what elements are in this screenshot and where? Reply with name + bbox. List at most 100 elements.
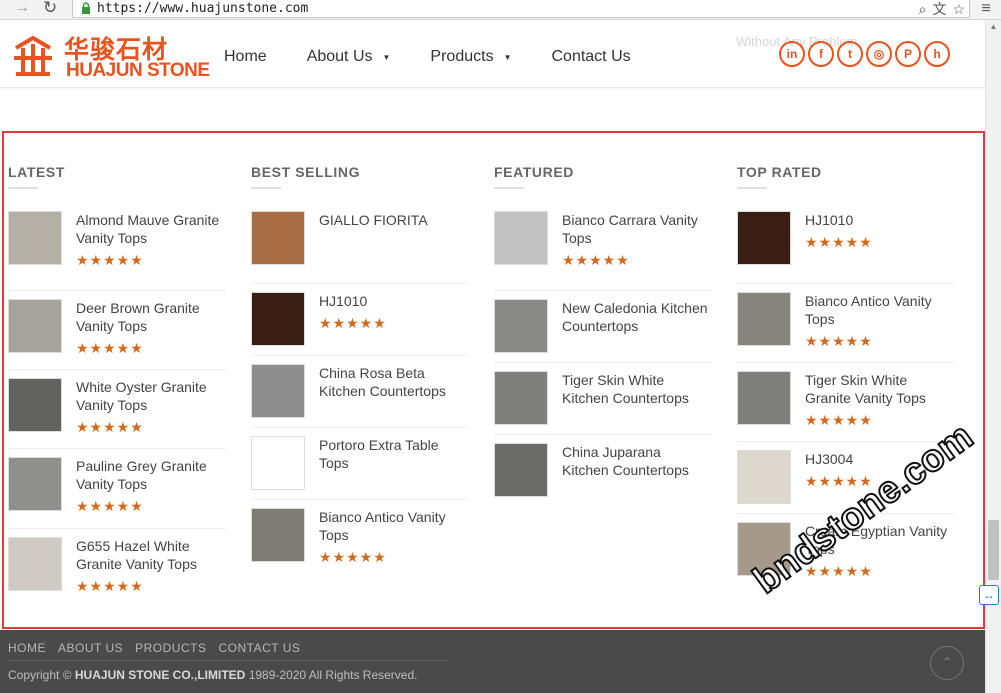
nav-contact-us[interactable]: Contact Us xyxy=(551,48,630,66)
forward-icon[interactable]: → xyxy=(14,0,32,18)
product-title-link[interactable]: HJ1010 xyxy=(805,211,953,229)
product-item[interactable]: GIALLO FIORITA xyxy=(251,211,469,284)
url-text: https://www.huajunstone.com xyxy=(97,1,309,16)
footer-link-products[interactable]: PRODUCTS xyxy=(135,641,206,655)
product-item[interactable]: China Rosa Beta Kitchen Countertops xyxy=(251,356,469,428)
footer-link-home[interactable]: HOME xyxy=(8,641,46,655)
footer-link-contact-us[interactable]: CONTACT US xyxy=(218,641,300,655)
product-thumbnail[interactable] xyxy=(251,364,305,418)
rating-stars: ★★★★★ xyxy=(805,473,873,489)
footer-link-about-us[interactable]: ABOUT US xyxy=(58,641,123,655)
scroll-thumb[interactable] xyxy=(988,520,999,580)
logo[interactable]: 华骏石材 HUAJUN STONE xyxy=(10,30,210,82)
product-title-link[interactable]: Tiger Skin White Kitchen Countertops xyxy=(562,371,710,407)
product-title-link[interactable]: New Caledonia Kitchen Countertops xyxy=(562,299,710,335)
product-title-link[interactable]: HJ1010 xyxy=(319,292,467,310)
nav-products[interactable]: Products ▼ xyxy=(430,48,511,66)
company-name: HUAJUN STONE CO.,LIMITED xyxy=(74,668,246,682)
product-title-link[interactable]: Tiger Skin White Granite Vanity Tops xyxy=(805,371,953,407)
product-thumbnail[interactable] xyxy=(494,211,548,265)
translate-icon[interactable]: 文 xyxy=(932,0,946,19)
product-title-link[interactable]: G655 Hazel White Granite Vanity Tops xyxy=(76,537,224,573)
rating-stars: ★★★★★ xyxy=(805,234,873,250)
logo-mark-icon xyxy=(14,35,52,76)
rating-stars: ★★★★★ xyxy=(805,333,873,349)
product-thumbnail[interactable] xyxy=(251,211,305,265)
product-thumbnail[interactable] xyxy=(251,508,305,562)
product-title-link[interactable]: Portoro Extra Table Tops xyxy=(319,436,467,472)
product-title-link[interactable]: Cream Egyptian Vanity Tops xyxy=(805,522,953,558)
product-item[interactable]: Bianco Carrara Vanity Tops ★★★★★ xyxy=(494,211,712,291)
product-thumbnail[interactable] xyxy=(737,522,791,576)
product-item[interactable]: G655 Hazel White Granite Vanity Tops ★★★★… xyxy=(8,529,226,609)
product-thumbnail[interactable] xyxy=(8,299,62,353)
facebook-icon[interactable]: f xyxy=(808,41,834,67)
instagram-icon[interactable]: ◎ xyxy=(866,41,892,67)
product-title-link[interactable]: Bianco Antico Vanity Tops xyxy=(319,508,467,544)
product-thumbnail[interactable] xyxy=(251,436,305,490)
title-underline xyxy=(8,187,38,189)
product-title-link[interactable]: Bianco Carrara Vanity Tops xyxy=(562,211,710,247)
pinterest-icon[interactable]: P xyxy=(895,41,921,67)
copyright-prefix: Copyright © xyxy=(8,668,72,682)
product-thumbnail[interactable] xyxy=(737,450,791,504)
product-item[interactable]: White Oyster Granite Vanity Tops ★★★★★ xyxy=(8,370,226,449)
social-links: in f t ◎ Ph xyxy=(779,41,950,67)
rating-stars: ★★★★★ xyxy=(805,563,873,579)
product-item[interactable]: HJ3004 ★★★★★ xyxy=(737,442,955,514)
product-item[interactable]: HJ1010 ★★★★★ xyxy=(737,211,955,284)
product-thumbnail[interactable] xyxy=(494,299,548,353)
product-item[interactable]: Bianco Antico Vanity Tops ★★★★★ xyxy=(251,500,469,572)
product-item[interactable]: Tiger Skin White Granite Vanity Tops ★★★★… xyxy=(737,363,955,442)
product-item[interactable]: Pauline Grey Granite Vanity Tops ★★★★★ xyxy=(8,449,226,529)
product-item[interactable]: Deer Brown Granite Vanity Tops ★★★★★ xyxy=(8,291,226,370)
bookmark-star-icon[interactable]: ☆ xyxy=(952,1,965,18)
reload-icon[interactable]: ↻ xyxy=(43,0,61,18)
nav-home[interactable]: Home xyxy=(224,48,267,66)
linkedin-icon[interactable]: in xyxy=(779,41,805,67)
product-thumbnail[interactable] xyxy=(494,443,548,497)
site-header: 华骏石材 HUAJUN STONE Home About Us ▼ Product… xyxy=(0,20,985,88)
product-item[interactable]: China Juparana Kitchen Countertops xyxy=(494,435,712,507)
product-thumbnail[interactable] xyxy=(8,537,62,591)
product-title-link[interactable]: China Juparana Kitchen Countertops xyxy=(562,443,710,479)
product-title-link[interactable]: China Rosa Beta Kitchen Countertops xyxy=(319,364,467,400)
product-title-link[interactable]: Bianco Antico Vanity Tops xyxy=(805,292,953,328)
product-item[interactable]: Cream Egyptian Vanity Tops ★★★★★ xyxy=(737,514,955,586)
product-item[interactable]: Tiger Skin White Kitchen Countertops xyxy=(494,363,712,435)
caret-down-icon: ▼ xyxy=(382,52,391,62)
twitter-icon[interactable]: t xyxy=(837,41,863,67)
product-item[interactable]: New Caledonia Kitchen Countertops xyxy=(494,291,712,363)
product-item[interactable]: HJ1010 ★★★★★ xyxy=(251,284,469,356)
rating-stars: ★★★★★ xyxy=(562,252,630,268)
product-title-link[interactable]: HJ3004 xyxy=(805,450,953,468)
product-thumbnail[interactable] xyxy=(737,292,791,346)
product-title-link[interactable]: GIALLO FIORITA xyxy=(319,211,467,229)
address-bar[interactable]: https://www.huajunstone.com ⌕ 文 ☆ xyxy=(72,0,970,18)
product-item[interactable]: Bianco Antico Vanity Tops ★★★★★ xyxy=(737,284,955,363)
product-thumbnail[interactable] xyxy=(737,211,791,265)
product-thumbnail[interactable] xyxy=(8,211,62,265)
column-title: TOP RATED xyxy=(737,164,822,180)
caret-down-icon: ▼ xyxy=(503,52,512,62)
product-title-link[interactable]: Deer Brown Granite Vanity Tops xyxy=(76,299,224,335)
product-thumbnail[interactable] xyxy=(251,292,305,346)
zoom-icon[interactable]: ⌕ xyxy=(919,1,927,18)
product-column-featured: FEATURED Bianco Carrara Vanity Tops ★★★★★ N… xyxy=(494,164,712,507)
scroll-up-icon[interactable]: ▲ xyxy=(986,22,1001,34)
logo-english-text: HUAJUN STONE xyxy=(66,60,210,81)
back-to-top-button[interactable]: ⌃ xyxy=(930,646,964,680)
browser-menu-icon[interactable]: ≡ xyxy=(978,1,994,17)
product-thumbnail[interactable] xyxy=(8,457,62,511)
product-item[interactable]: Portoro Extra Table Tops xyxy=(251,428,469,500)
side-widget-icon[interactable]: ↔ xyxy=(979,585,999,605)
brand-icon[interactable]: h xyxy=(924,41,950,67)
product-title-link[interactable]: White Oyster Granite Vanity Tops xyxy=(76,378,224,414)
nav-about-us[interactable]: About Us ▼ xyxy=(307,48,391,66)
product-title-link[interactable]: Pauline Grey Granite Vanity Tops xyxy=(76,457,224,493)
product-title-link[interactable]: Almond Mauve Granite Vanity Tops xyxy=(76,211,224,247)
product-thumbnail[interactable] xyxy=(494,371,548,425)
product-thumbnail[interactable] xyxy=(737,371,791,425)
product-item[interactable]: Almond Mauve Granite Vanity Tops ★★★★★ xyxy=(8,211,226,291)
product-thumbnail[interactable] xyxy=(8,378,62,432)
